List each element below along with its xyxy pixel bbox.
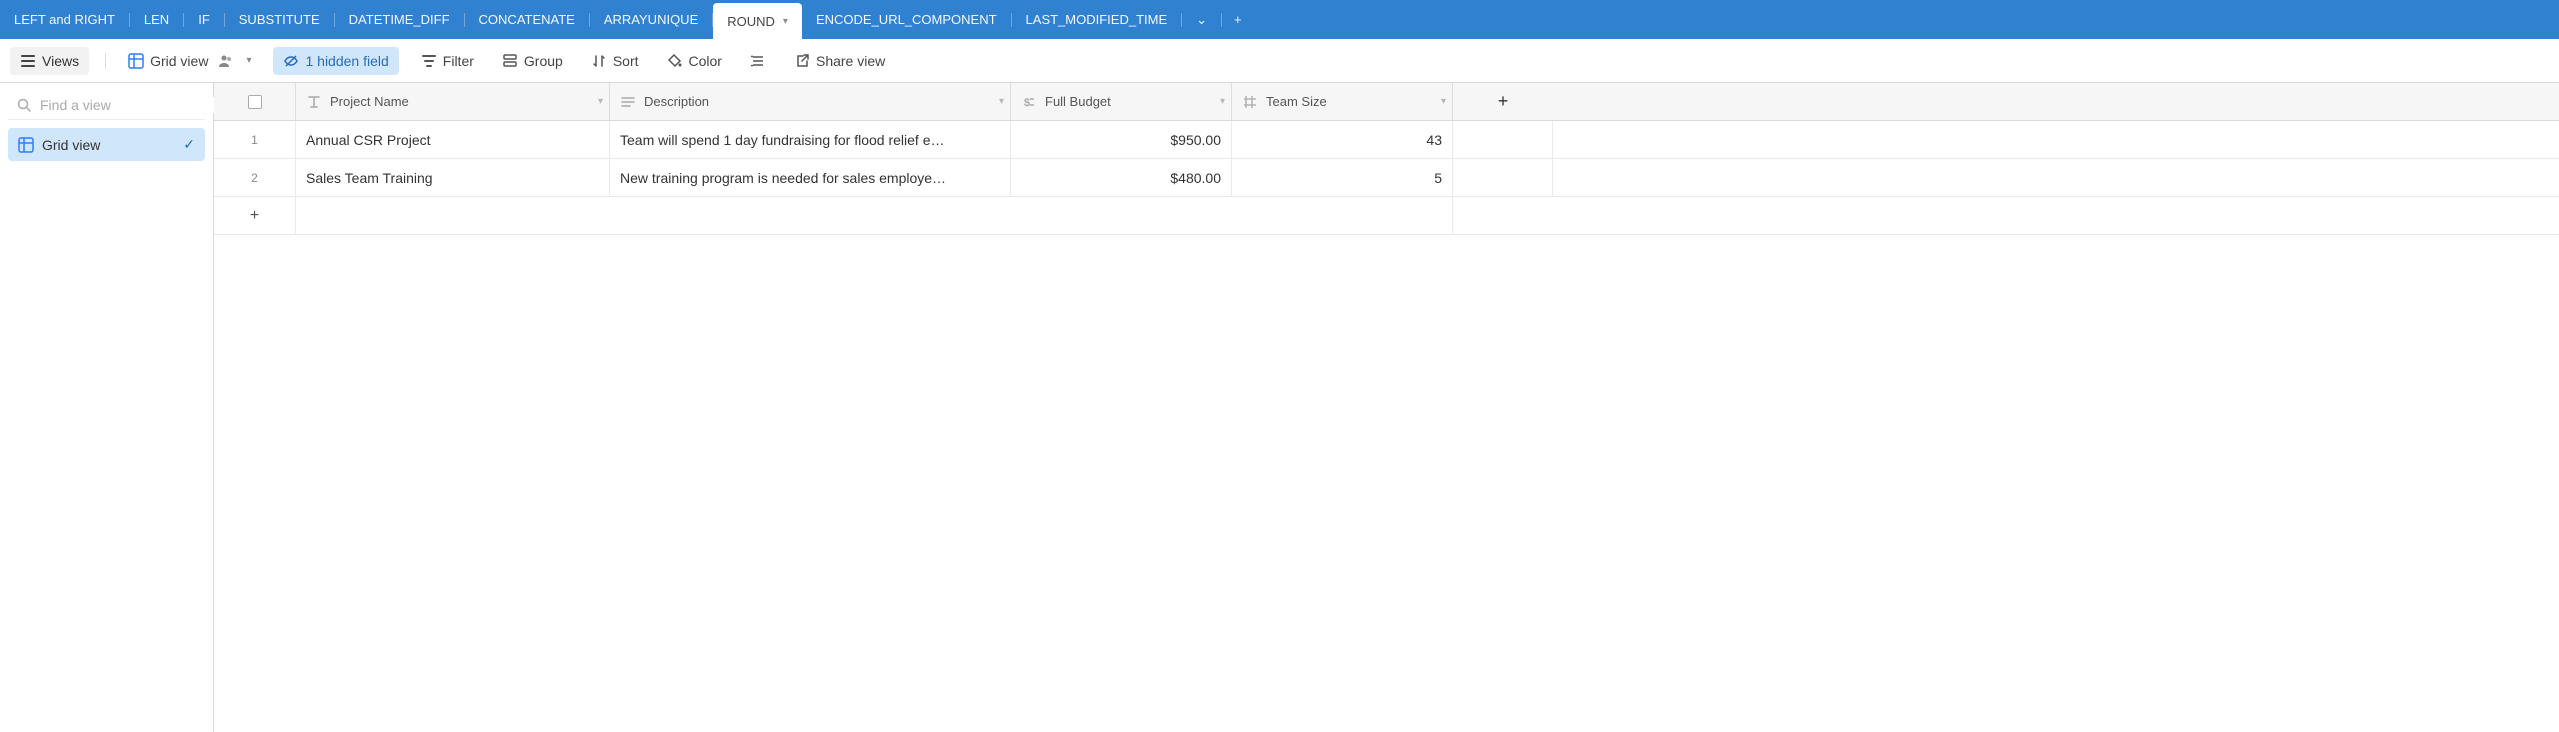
share-icon (794, 53, 810, 69)
cell-full-budget[interactable]: $480.00 (1011, 159, 1232, 196)
cell-description[interactable]: Team will spend 1 day fundraising for fl… (610, 121, 1011, 158)
cell-team-size[interactable]: 43 (1232, 121, 1453, 158)
cell-full-budget[interactable]: $950.00 (1011, 121, 1232, 158)
svg-text:$: $ (1024, 97, 1030, 109)
chevron-down-icon[interactable]: ▾ (1441, 96, 1446, 107)
select-all-cell[interactable] (214, 83, 296, 120)
chevron-down-icon[interactable]: ▾ (999, 96, 1004, 107)
cell-empty[interactable] (1453, 121, 1553, 158)
cell-description[interactable]: New training program is needed for sales… (610, 159, 1011, 196)
views-label: Views (42, 53, 79, 69)
hamburger-icon (20, 53, 36, 69)
number-field-icon (1242, 94, 1258, 110)
search-icon (16, 97, 32, 113)
tab-if[interactable]: IF (184, 0, 224, 39)
check-icon: ✓ (183, 136, 195, 153)
group-button[interactable]: Group (496, 49, 569, 73)
sidebar-view-grid-view[interactable]: Grid view ✓ (8, 128, 205, 161)
row-height-button[interactable] (744, 49, 772, 73)
sort-icon (591, 53, 607, 69)
grid-icon (18, 137, 34, 153)
share-view-button[interactable]: Share view (788, 49, 891, 73)
tab-len[interactable]: LEN (130, 0, 183, 39)
cell-project-name[interactable]: Sales Team Training (296, 159, 610, 196)
toolbar-divider (105, 53, 106, 69)
column-label: Full Budget (1045, 94, 1111, 109)
collaborators-icon[interactable] (218, 53, 234, 69)
hidden-fields-label: 1 hidden field (305, 53, 388, 69)
currency-field-icon: $ (1021, 94, 1037, 110)
chevron-down-icon[interactable]: ▾ (1220, 96, 1225, 107)
chevron-down-icon[interactable]: ▾ (783, 16, 788, 27)
color-button[interactable]: Color (661, 49, 728, 73)
filter-button[interactable]: Filter (415, 49, 480, 73)
view-search[interactable] (8, 91, 205, 120)
column-label: Project Name (330, 94, 409, 109)
eye-off-icon (283, 53, 299, 69)
tab-arrayunique[interactable]: ARRAYUNIQUE (590, 0, 712, 39)
tab-substitute[interactable]: SUBSTITUTE (225, 0, 334, 39)
row-number[interactable]: 1 (214, 121, 296, 158)
tab-concatenate[interactable]: CONCATENATE (465, 0, 589, 39)
filter-label: Filter (443, 53, 474, 69)
column-header-team-size[interactable]: Team Size ▾ (1232, 83, 1453, 120)
column-label: Description (644, 94, 709, 109)
sort-button[interactable]: Sort (585, 49, 645, 73)
add-row-spacer (1453, 197, 1553, 234)
tab-encode-url-component[interactable]: ENCODE_URL_COMPONENT (802, 0, 1011, 39)
table-row[interactable]: 1 Annual CSR Project Team will spend 1 d… (214, 121, 2559, 159)
sidebar-view-label: Grid view (42, 137, 100, 153)
chevron-down-icon[interactable]: ▾ (246, 55, 251, 66)
column-header-full-budget[interactable]: $ Full Budget ▾ (1011, 83, 1232, 120)
add-column-button[interactable]: + (1453, 83, 1553, 120)
tab-left-and-right[interactable]: LEFT and RIGHT (0, 0, 129, 39)
sort-label: Sort (613, 53, 639, 69)
add-row[interactable]: + (214, 197, 2559, 235)
row-number[interactable]: 2 (214, 159, 296, 196)
paint-bucket-icon (667, 53, 683, 69)
table-row[interactable]: 2 Sales Team Training New training progr… (214, 159, 2559, 197)
grid-icon (128, 53, 144, 69)
grid-view-switcher[interactable]: Grid view ▾ (122, 49, 257, 73)
views-button[interactable]: Views (10, 47, 89, 75)
tab-datetime-diff[interactable]: DATETIME_DIFF (335, 0, 464, 39)
select-all-checkbox[interactable] (248, 95, 262, 109)
view-toolbar: Views Grid view ▾ 1 hidden field Filter … (0, 39, 2559, 83)
column-header-description[interactable]: Description ▾ (610, 83, 1011, 120)
main-area: Grid view ✓ Project Name ▾ Description ▾… (0, 83, 2559, 732)
column-label: Team Size (1266, 94, 1327, 109)
filter-icon (421, 53, 437, 69)
column-header-project-name[interactable]: Project Name ▾ (296, 83, 610, 120)
cell-project-name[interactable]: Annual CSR Project (296, 121, 610, 158)
table-tab-bar: LEFT and RIGHT LEN IF SUBSTITUTE DATETIM… (0, 0, 2559, 39)
cell-empty[interactable] (1453, 159, 1553, 196)
longtext-field-icon (620, 94, 636, 110)
hidden-fields-button[interactable]: 1 hidden field (273, 47, 398, 75)
chevron-down-icon[interactable]: ▾ (598, 96, 603, 107)
tab-overflow-button[interactable]: ⌄ (1182, 0, 1221, 39)
add-table-button[interactable]: + (1222, 12, 1254, 27)
color-label: Color (689, 53, 722, 69)
group-label: Group (524, 53, 563, 69)
cell-team-size[interactable]: 5 (1232, 159, 1453, 196)
chevron-down-icon: ⌄ (1196, 12, 1207, 28)
group-icon (502, 53, 518, 69)
share-view-label: Share view (816, 53, 885, 69)
row-height-icon (750, 53, 766, 69)
data-grid: Project Name ▾ Description ▾ $ Full Budg… (214, 83, 2559, 732)
view-search-input[interactable] (40, 97, 221, 113)
add-row-rest[interactable] (296, 197, 1453, 234)
tab-round[interactable]: ROUND▾ (713, 3, 802, 39)
grid-view-label: Grid view (150, 53, 208, 69)
tab-last-modified-time[interactable]: LAST_MODIFIED_TIME (1012, 0, 1182, 39)
views-sidebar: Grid view ✓ (0, 83, 214, 732)
add-row-button[interactable]: + (214, 197, 296, 234)
grid-header-row: Project Name ▾ Description ▾ $ Full Budg… (214, 83, 2559, 121)
text-field-icon (306, 94, 322, 110)
